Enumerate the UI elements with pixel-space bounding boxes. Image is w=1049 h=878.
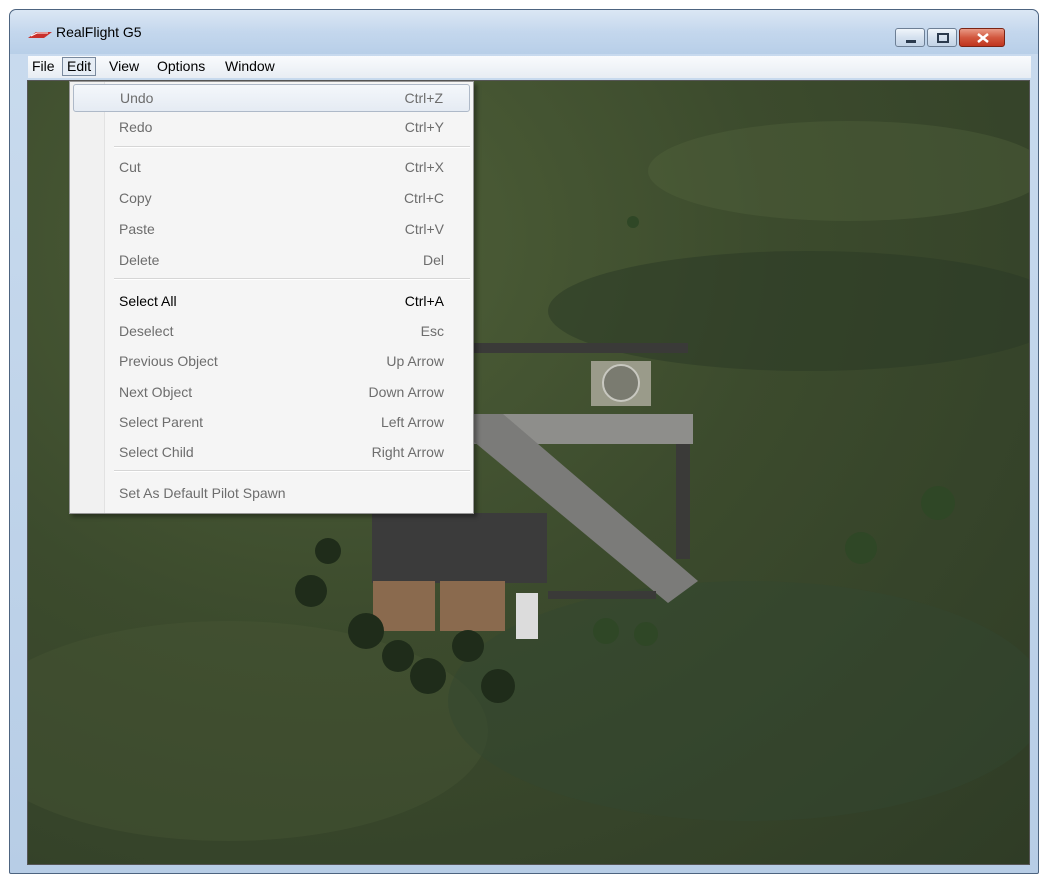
window-title: RealFlight G5 [56, 24, 142, 40]
menu-edit-label: Edit [67, 58, 92, 74]
menu-item-shortcut: Esc [420, 323, 444, 339]
menu-item-shortcut: Ctrl+C [403, 190, 444, 206]
menu-item-shortcut: Right Arrow [371, 444, 444, 460]
menu-item-label: Undo [120, 90, 154, 106]
menu-item-previous-object[interactable]: Previous Object Up Arrow [73, 348, 470, 376]
menu-window-label: Window [225, 58, 275, 74]
menu-view[interactable]: View [105, 57, 143, 76]
maximize-icon [937, 33, 949, 43]
menu-item-label: Select Parent [119, 414, 204, 430]
menu-item-set-as-default-pilot-spawn[interactable]: Set As Default Pilot Spawn [73, 480, 470, 508]
menu-item-label: Select Child [119, 444, 194, 460]
menu-item-shortcut: Ctrl+Y [404, 119, 444, 135]
menu-item-cut[interactable]: Cut Ctrl+X [73, 154, 470, 182]
menu-bar: File Edit View Options Window [28, 56, 1031, 78]
menu-options-label: Options [157, 58, 206, 74]
menu-item-label: Select All [119, 293, 177, 309]
menu-item-shortcut: Ctrl+A [404, 293, 444, 309]
menu-item-shortcut: Left Arrow [380, 414, 444, 430]
menu-edit[interactable]: Edit [62, 57, 97, 76]
menu-separator [114, 278, 470, 280]
menu-item-label: Redo [119, 119, 153, 135]
menu-item-select-all[interactable]: Select All Ctrl+A [73, 288, 470, 316]
menu-item-label: Delete [119, 252, 160, 268]
menu-separator [114, 146, 470, 148]
menu-item-shortcut: Down Arrow [368, 384, 444, 400]
menu-item-shortcut: Ctrl+Z [404, 90, 444, 106]
menu-item-label: Cut [119, 159, 141, 175]
menu-item-select-parent[interactable]: Select Parent Left Arrow [73, 409, 470, 437]
minimize-icon [906, 40, 916, 43]
realflight-logo-icon [28, 32, 52, 38]
maximize-button[interactable] [927, 28, 957, 47]
menu-item-paste[interactable]: Paste Ctrl+V [73, 216, 470, 244]
menu-item-select-child[interactable]: Select Child Right Arrow [73, 439, 470, 467]
menu-separator [114, 470, 470, 472]
menu-item-shortcut: Ctrl+V [404, 221, 444, 237]
edit-menu-dropdown: Undo Ctrl+Z Redo Ctrl+Y Cut Ctrl+X Copy Ctrl+C P… [69, 81, 474, 514]
menu-item-shortcut: Ctrl+X [404, 159, 444, 175]
title-bar[interactable]: RealFlight G5 [10, 10, 1038, 54]
menu-view-label: View [109, 58, 140, 74]
menu-item-shortcut: Del [422, 252, 444, 268]
menu-file[interactable]: File [28, 57, 59, 76]
menu-item-label: Deselect [119, 323, 174, 339]
menu-item-label: Copy [119, 190, 152, 206]
menu-item-copy[interactable]: Copy Ctrl+C [73, 185, 470, 213]
menu-file-label: File [32, 58, 55, 74]
menu-item-label: Previous Object [119, 353, 218, 369]
menu-item-label: Set As Default Pilot Spawn [119, 485, 286, 501]
close-icon [977, 33, 989, 43]
menu-item-undo[interactable]: Undo Ctrl+Z [73, 84, 470, 112]
menu-item-delete[interactable]: Delete Del [73, 247, 470, 275]
menu-window[interactable]: Window [221, 57, 279, 76]
menu-item-label: Next Object [119, 384, 193, 400]
menu-options[interactable]: Options [153, 57, 209, 76]
menu-item-deselect[interactable]: Deselect Esc [73, 318, 470, 346]
menu-item-label: Paste [119, 221, 155, 237]
menu-item-next-object[interactable]: Next Object Down Arrow [73, 379, 470, 407]
close-button[interactable] [959, 28, 1005, 47]
minimize-button[interactable] [895, 28, 925, 47]
menu-item-shortcut: Up Arrow [386, 353, 444, 369]
menu-item-redo[interactable]: Redo Ctrl+Y [73, 114, 470, 142]
